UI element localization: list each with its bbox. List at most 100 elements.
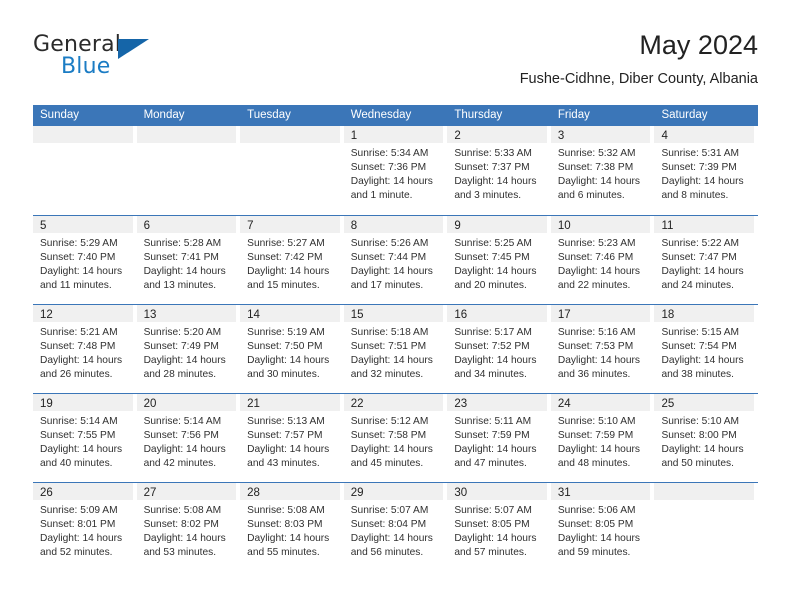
calendar-day-cell[interactable]: 24 Sunrise: 5:10 AM Sunset: 7:59 PM Dayligh… — [550, 394, 655, 482]
day-number: 20 — [143, 398, 157, 410]
day-sun-info: Sunrise: 5:07 AM Sunset: 8:04 PM Daylight:… — [344, 500, 444, 560]
sunrise-text: Sunrise: 5:14 AM — [143, 416, 222, 427]
calendar-day-cell[interactable]: 7 Sunrise: 5:27 AM Sunset: 7:42 PM Daylight… — [240, 216, 344, 304]
day-sun-info: Sunrise: 5:08 AM Sunset: 8:02 PM Daylight:… — [137, 500, 237, 560]
sunrise-text: Sunrise: 5:10 AM — [661, 416, 740, 427]
daylight-text-line1: Daylight: 14 hours — [247, 355, 330, 367]
calendar-day-cell[interactable]: 11 Sunrise: 5:22 AM Sunset: 7:47 PM Dayligh… — [654, 216, 758, 304]
brand-logo[interactable]: General Blue — [33, 32, 233, 88]
sunset-text: Sunset: 7:58 PM — [350, 430, 427, 442]
day-number-band: 18 — [654, 305, 755, 322]
calendar-weeks: 1 Sunrise: 5:34 AM Sunset: 7:36 PM Daylight… — [33, 126, 758, 571]
calendar-day-cell[interactable]: 10 Sunrise: 5:23 AM Sunset: 7:46 PM Dayligh… — [550, 216, 655, 304]
daylight-text-line1: Daylight: 14 hours — [40, 533, 123, 545]
sunset-text: Sunset: 7:46 PM — [557, 252, 634, 264]
sunrise-text: Sunrise: 5:26 AM — [350, 238, 429, 249]
sunset-text: Sunset: 7:53 PM — [557, 341, 634, 353]
day-number-band: 16 — [447, 305, 547, 322]
sunrise-text: Sunrise: 5:28 AM — [143, 238, 222, 249]
day-sun-info: Sunrise: 5:12 AM Sunset: 7:58 PM Daylight:… — [344, 411, 444, 471]
calendar-day-cell[interactable]: 1 Sunrise: 5:34 AM Sunset: 7:36 PM Daylight… — [343, 126, 448, 215]
day-sun-info: Sunrise: 5:27 AM Sunset: 7:42 PM Daylight:… — [240, 233, 340, 293]
calendar-day-cell[interactable]: 18 Sunrise: 5:15 AM Sunset: 7:54 PM Dayligh… — [654, 305, 758, 393]
triangle-flag-icon — [118, 39, 149, 59]
day-sun-info: Sunrise: 5:07 AM Sunset: 8:05 PM Daylight:… — [447, 500, 547, 560]
daylight-text-line2: and 53 minutes. — [143, 547, 217, 559]
day-number: 7 — [247, 220, 254, 232]
day-sun-info: Sunrise: 5:13 AM Sunset: 7:57 PM Daylight:… — [240, 411, 340, 471]
daylight-text-line1: Daylight: 14 hours — [143, 533, 226, 545]
daylight-text-line1: Daylight: 14 hours — [143, 355, 226, 367]
calendar-day-cell[interactable]: 20 Sunrise: 5:14 AM Sunset: 7:56 PM Dayligh… — [136, 394, 241, 482]
day-number-band: 31 — [550, 483, 651, 500]
day-sun-info: Sunrise: 5:11 AM Sunset: 7:59 PM Daylight:… — [447, 411, 547, 471]
day-sun-info: Sunrise: 5:17 AM Sunset: 7:52 PM Daylight:… — [447, 322, 547, 382]
sunset-text: Sunset: 7:56 PM — [143, 430, 219, 442]
day-number: 5 — [40, 220, 47, 232]
sunrise-text: Sunrise: 5:11 AM — [454, 416, 532, 427]
calendar-day-cell[interactable]: 28 Sunrise: 5:08 AM Sunset: 8:03 PM Dayligh… — [240, 483, 344, 571]
daylight-text-line2: and 26 minutes. — [40, 369, 113, 381]
day-sun-info: Sunrise: 5:14 AM Sunset: 7:56 PM Daylight:… — [137, 411, 237, 471]
day-number-band: 11 — [654, 216, 755, 233]
calendar-day-cell[interactable]: 17 Sunrise: 5:16 AM Sunset: 7:53 PM Dayligh… — [550, 305, 655, 393]
day-number-band: 23 — [447, 394, 547, 411]
calendar-day-cell[interactable]: 23 Sunrise: 5:11 AM Sunset: 7:59 PM Dayligh… — [447, 394, 551, 482]
daylight-text-line2: and 36 minutes. — [557, 369, 631, 381]
sunrise-text: Sunrise: 5:32 AM — [557, 148, 636, 159]
sunset-text: Sunset: 7:42 PM — [247, 252, 323, 264]
daylight-text-line2: and 17 minutes. — [350, 280, 424, 292]
day-number-band: 15 — [343, 305, 444, 322]
calendar-day-cell[interactable]: 14 Sunrise: 5:19 AM Sunset: 7:50 PM Dayligh… — [240, 305, 344, 393]
sunrise-text: Sunrise: 5:08 AM — [247, 505, 325, 516]
calendar-day-cell[interactable]: 29 Sunrise: 5:07 AM Sunset: 8:04 PM Dayligh… — [343, 483, 448, 571]
daylight-text-line2: and 11 minutes. — [40, 280, 112, 292]
day-number: 3 — [557, 130, 565, 142]
calendar-day-cell[interactable]: 25 Sunrise: 5:10 AM Sunset: 8:00 PM Dayligh… — [654, 394, 758, 482]
daylight-text-line1: Daylight: 14 hours — [247, 266, 330, 278]
calendar-day-cell[interactable]: 21 Sunrise: 5:13 AM Sunset: 7:57 PM Dayligh… — [240, 394, 344, 482]
calendar-day-cell[interactable]: 13 Sunrise: 5:20 AM Sunset: 7:49 PM Dayligh… — [136, 305, 241, 393]
daylight-text-line2: and 3 minutes. — [454, 190, 522, 202]
day-number-band: 10 — [550, 216, 651, 233]
sunset-text: Sunset: 7:59 PM — [557, 430, 634, 442]
calendar-day-cell[interactable]: 8 Sunrise: 5:26 AM Sunset: 7:44 PM Daylight… — [343, 216, 448, 304]
calendar-day-cell[interactable]: 4 Sunrise: 5:31 AM Sunset: 7:39 PM Daylight… — [654, 126, 758, 215]
calendar-day-cell[interactable]: 30 Sunrise: 5:07 AM Sunset: 8:05 PM Dayligh… — [447, 483, 551, 571]
day-number-band — [33, 126, 133, 143]
day-sun-info: Sunrise: 5:15 AM Sunset: 7:54 PM Daylight:… — [654, 322, 754, 382]
sunset-text: Sunset: 8:05 PM — [454, 519, 530, 531]
calendar-day-cell[interactable]: 6 Sunrise: 5:28 AM Sunset: 7:41 PM Daylight… — [136, 216, 241, 304]
day-sun-info: Sunrise: 5:26 AM Sunset: 7:44 PM Daylight:… — [344, 233, 444, 293]
day-number: 8 — [350, 220, 358, 232]
calendar-week-row: 1 Sunrise: 5:34 AM Sunset: 7:36 PM Daylight… — [33, 126, 758, 215]
calendar-day-cell[interactable]: 22 Sunrise: 5:12 AM Sunset: 7:58 PM Dayligh… — [343, 394, 448, 482]
daylight-text-line2: and 38 minutes. — [661, 369, 734, 381]
day-number: 31 — [557, 487, 571, 499]
page-header: General Blue May 2024 Fushe-Cidhne, Dibe… — [33, 28, 758, 100]
page-title: May 2024 — [639, 30, 758, 60]
day-number: 23 — [454, 398, 468, 410]
calendar-day-cell[interactable]: 31 Sunrise: 5:06 AM Sunset: 8:05 PM Dayligh… — [550, 483, 655, 571]
day-number-band: 13 — [136, 305, 237, 322]
daylight-text-line2: and 47 minutes. — [454, 458, 527, 470]
sunset-text: Sunset: 7:59 PM — [454, 430, 530, 442]
day-number-band — [136, 126, 237, 143]
calendar-day-cell[interactable]: 5 Sunrise: 5:29 AM Sunset: 7:40 PM Daylight… — [33, 216, 137, 304]
calendar-day-cell[interactable]: 9 Sunrise: 5:25 AM Sunset: 7:45 PM Daylight… — [447, 216, 551, 304]
day-number: 25 — [661, 398, 675, 410]
sunset-text: Sunset: 7:38 PM — [557, 162, 634, 174]
calendar-day-cell[interactable]: 12 Sunrise: 5:21 AM Sunset: 7:48 PM Dayligh… — [33, 305, 137, 393]
day-number-band: 7 — [240, 216, 340, 233]
sunset-text: Sunset: 7:50 PM — [247, 341, 323, 353]
calendar-day-cell[interactable]: 26 Sunrise: 5:09 AM Sunset: 8:01 PM Dayligh… — [33, 483, 137, 571]
calendar-day-cell[interactable]: 16 Sunrise: 5:17 AM Sunset: 7:52 PM Dayligh… — [447, 305, 551, 393]
calendar-day-cell[interactable]: 3 Sunrise: 5:32 AM Sunset: 7:38 PM Daylight… — [550, 126, 655, 215]
calendar-day-cell[interactable]: 2 Sunrise: 5:33 AM Sunset: 7:37 PM Daylight… — [447, 126, 551, 215]
daylight-text-line1: Daylight: 14 hours — [454, 355, 537, 367]
calendar-day-cell[interactable]: 27 Sunrise: 5:08 AM Sunset: 8:02 PM Dayligh… — [136, 483, 241, 571]
calendar-day-cell[interactable]: 15 Sunrise: 5:18 AM Sunset: 7:51 PM Dayligh… — [343, 305, 448, 393]
calendar-day-cell[interactable]: 19 Sunrise: 5:14 AM Sunset: 7:55 PM Dayligh… — [33, 394, 137, 482]
day-sun-info: Sunrise: 5:14 AM Sunset: 7:55 PM Daylight:… — [33, 411, 133, 471]
daylight-text-line1: Daylight: 14 hours — [40, 266, 123, 278]
